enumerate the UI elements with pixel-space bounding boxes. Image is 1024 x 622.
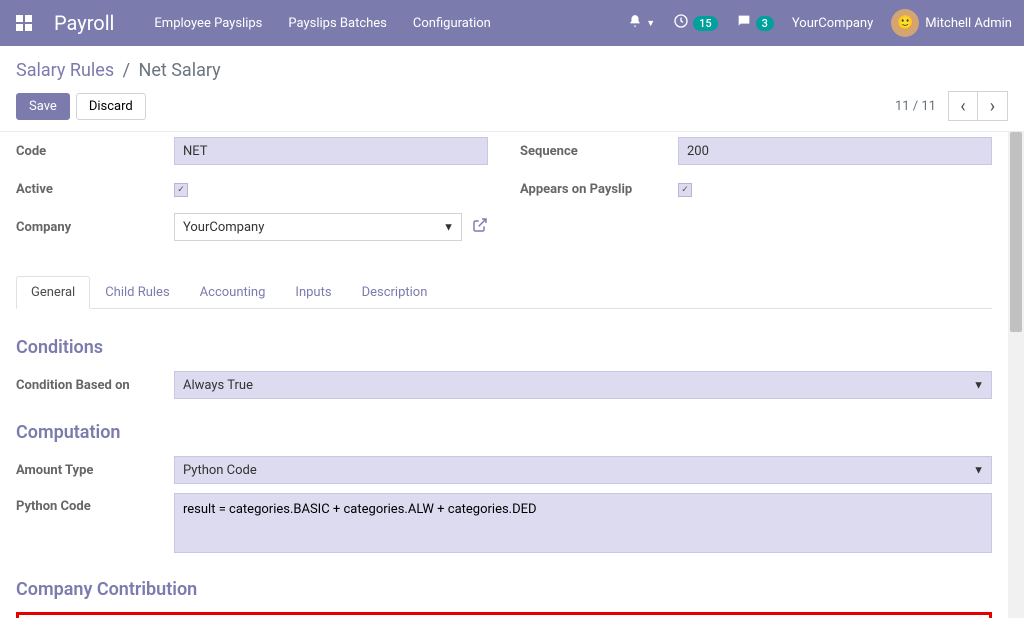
clock-icon: [673, 13, 689, 33]
code-input[interactable]: [174, 137, 488, 165]
section-conditions: Conditions: [16, 337, 992, 358]
apps-icon[interactable]: [12, 11, 36, 35]
discuss-button[interactable]: 3: [736, 13, 774, 33]
label-sequence: Sequence: [520, 144, 678, 159]
tab-child-rules[interactable]: Child Rules: [90, 276, 184, 308]
label-code: Code: [16, 144, 174, 159]
user-name: Mitchell Admin: [925, 16, 1012, 31]
tab-accounting[interactable]: Accounting: [185, 276, 281, 308]
breadcrumb-parent[interactable]: Salary Rules: [16, 60, 114, 81]
nav-employee-payslips[interactable]: Employee Payslips: [154, 16, 262, 31]
section-computation: Computation: [16, 422, 992, 443]
nav-payslips-batches[interactable]: Payslips Batches: [288, 16, 387, 31]
label-python-code: Python Code: [16, 493, 174, 514]
label-condition-based-on: Condition Based on: [16, 378, 174, 393]
python-code-input[interactable]: [174, 493, 992, 553]
label-appears: Appears on Payslip: [520, 182, 678, 197]
caret-down-icon: ▼: [646, 18, 655, 29]
notifications-button[interactable]: ▼: [628, 14, 655, 32]
activities-badge: 15: [693, 16, 718, 31]
nav-configuration[interactable]: Configuration: [413, 16, 491, 31]
discuss-badge: 3: [756, 16, 774, 31]
app-title[interactable]: Payroll: [54, 11, 114, 35]
chevron-right-icon: ›: [990, 96, 995, 117]
tab-general[interactable]: General: [16, 276, 90, 309]
sequence-input[interactable]: [678, 137, 992, 165]
chat-icon: [736, 13, 752, 33]
active-checkbox[interactable]: ✓: [174, 183, 188, 197]
discard-button[interactable]: Discard: [76, 93, 146, 120]
pager-counter[interactable]: 11 / 11: [895, 99, 936, 114]
save-button[interactable]: Save: [16, 93, 70, 120]
tab-inputs[interactable]: Inputs: [280, 276, 346, 308]
company-external-link[interactable]: [472, 217, 488, 237]
activities-button[interactable]: 15: [673, 13, 718, 33]
pager-next-button[interactable]: ›: [978, 91, 1008, 121]
chevron-left-icon: ‹: [960, 96, 965, 117]
breadcrumb: Salary Rules / Net Salary: [16, 60, 221, 81]
scrollbar[interactable]: [1008, 132, 1024, 618]
label-company: Company: [16, 220, 174, 235]
breadcrumb-separator: /: [123, 60, 130, 81]
pager-prev-button[interactable]: ‹: [948, 91, 978, 121]
label-amount-type: Amount Type: [16, 463, 174, 478]
section-company-contribution: Company Contribution: [16, 579, 992, 600]
tab-description[interactable]: Description: [347, 276, 443, 308]
bell-icon: [628, 14, 642, 32]
avatar: 🙂: [891, 9, 919, 37]
user-menu[interactable]: 🙂 Mitchell Admin: [891, 9, 1012, 37]
breadcrumb-current: Net Salary: [139, 60, 221, 81]
company-input[interactable]: [174, 213, 462, 241]
contribution-highlight: Contribution Register ▼: [16, 612, 992, 618]
amount-type-select[interactable]: [174, 456, 992, 484]
condition-select[interactable]: [174, 371, 992, 399]
label-active: Active: [16, 182, 174, 197]
appears-checkbox[interactable]: ✓: [678, 183, 692, 197]
company-switcher[interactable]: YourCompany: [792, 16, 873, 31]
